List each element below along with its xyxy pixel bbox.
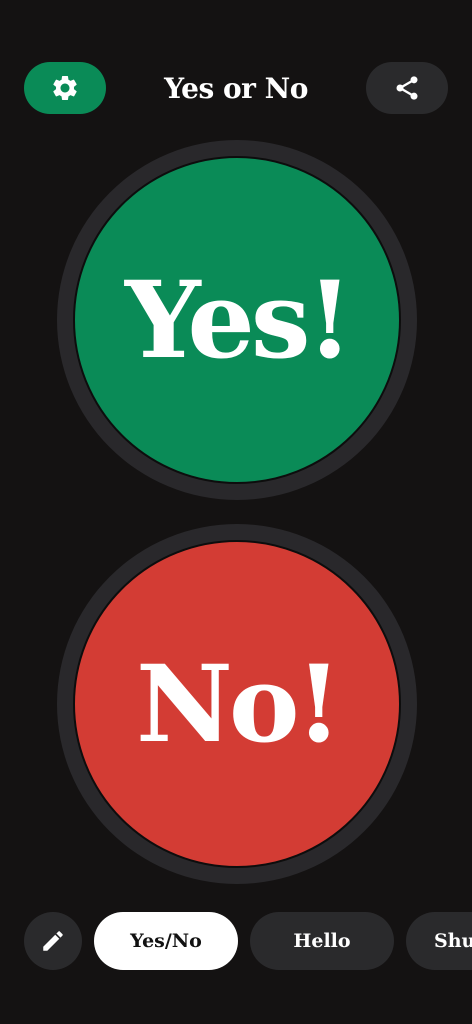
share-icon — [396, 76, 418, 100]
chip-label: Hello — [293, 930, 351, 952]
no-button-label: No! — [135, 641, 342, 766]
chip-shuffle[interactable]: Shu — [406, 912, 472, 970]
yes-button-ring: Yes! — [57, 140, 417, 500]
preset-bar: Yes/No Hello Shu — [0, 910, 472, 972]
no-button[interactable]: No! — [73, 540, 401, 868]
share-button[interactable] — [366, 62, 448, 114]
page-title: Yes or No — [164, 71, 308, 105]
no-button-ring: No! — [57, 524, 417, 884]
edit-button[interactable] — [24, 912, 82, 970]
yes-button[interactable]: Yes! — [73, 156, 401, 484]
chip-label: Shu — [434, 930, 472, 952]
chip-yes-no[interactable]: Yes/No — [94, 912, 238, 970]
chip-label: Yes/No — [130, 930, 202, 952]
chip-hello[interactable]: Hello — [250, 912, 394, 970]
settings-button[interactable] — [24, 62, 106, 114]
yes-button-label: Yes! — [124, 257, 353, 382]
pencil-icon — [43, 931, 63, 951]
gear-icon — [53, 76, 77, 100]
